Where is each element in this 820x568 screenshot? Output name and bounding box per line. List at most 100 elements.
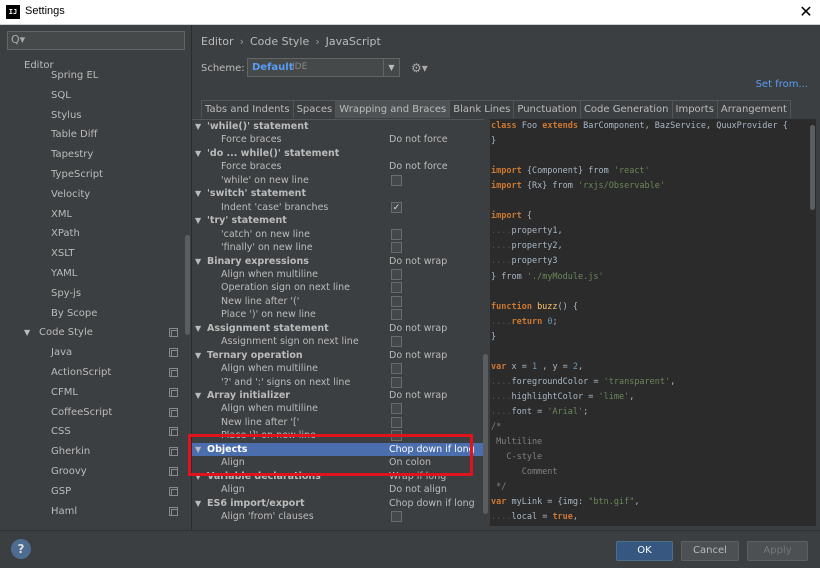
option-value[interactable]: Do not force [389, 160, 448, 173]
option-checkbox[interactable] [391, 376, 402, 388]
tree-scrollbar[interactable] [185, 235, 190, 335]
expand-arrow-icon[interactable]: ▼ [24, 323, 30, 343]
options-scrollbar[interactable] [483, 354, 488, 514]
option-row[interactable]: Align On colon [192, 456, 484, 470]
option-checkbox[interactable] [391, 309, 402, 321]
tree-item[interactable]: TypeScript [0, 165, 185, 185]
option-group[interactable]: ▼ 'do ... while()' statement [192, 147, 484, 161]
option-value[interactable]: Chop down if long [389, 497, 475, 510]
tree-item[interactable]: Gherkin [0, 442, 185, 462]
expand-arrow-icon[interactable]: ▼ [195, 187, 201, 200]
tree-item[interactable]: SQL [0, 86, 185, 106]
option-group[interactable]: ▼ Assignment statement Do not wrap [192, 322, 484, 336]
option-checkbox[interactable] [391, 268, 402, 280]
tree-item[interactable]: Spy-js [0, 284, 185, 304]
option-value[interactable]: Do not wrap [389, 255, 447, 268]
expand-arrow-icon[interactable]: ▼ [195, 120, 201, 133]
option-group[interactable]: ▼ 'switch' statement [192, 187, 484, 201]
option-row[interactable]: Place ']' on new line [192, 429, 484, 443]
option-row[interactable]: Align Do not align [192, 483, 484, 497]
option-value[interactable]: On colon [389, 456, 431, 469]
expand-arrow-icon[interactable]: ▼ [195, 497, 201, 510]
preview-scrollbar[interactable] [810, 125, 815, 210]
tree-item[interactable]: GSP [0, 482, 185, 502]
settings-search-input[interactable]: Q▾ [7, 31, 185, 50]
option-row[interactable]: 'finally' on new line [192, 241, 484, 255]
option-row[interactable]: 'catch' on new line [192, 228, 484, 242]
option-value[interactable]: Do not align [389, 483, 447, 496]
option-value[interactable]: Do not wrap [389, 322, 447, 335]
option-group[interactable]: ▼ ES6 import/export Chop down if long [192, 497, 484, 511]
help-icon[interactable]: ? [11, 539, 31, 559]
option-group[interactable]: ▼ Array initializer Do not wrap [192, 389, 484, 403]
option-checkbox[interactable] [391, 242, 402, 254]
tree-item[interactable]: XSLT [0, 244, 185, 264]
tree-item[interactable]: CoffeeScript [0, 403, 185, 423]
option-group[interactable]: ▼ Binary expressions Do not wrap [192, 255, 484, 269]
tab-imports[interactable]: Imports [671, 100, 718, 118]
option-row[interactable]: '?' and ':' signs on next line [192, 376, 484, 390]
tab-code-generation[interactable]: Code Generation [579, 100, 673, 118]
option-checkbox[interactable] [391, 363, 402, 375]
option-row[interactable]: Align when multiline [192, 402, 484, 416]
expand-arrow-icon[interactable]: ▼ [195, 389, 201, 402]
apply-button[interactable]: Apply [747, 541, 808, 561]
tree-item[interactable]: Velocity [0, 185, 185, 205]
option-row[interactable]: New line after '[' [192, 416, 484, 430]
option-row[interactable]: Align 'from' clauses [192, 510, 484, 524]
expand-arrow-icon[interactable]: ▼ [195, 255, 201, 268]
tree-item[interactable]: Spring EL [0, 66, 185, 86]
option-value[interactable]: Wrap if long [389, 470, 446, 483]
option-row[interactable]: Place ')' on new line [192, 308, 484, 322]
tree-item[interactable]: Table Diff [0, 125, 185, 145]
option-value[interactable]: Do not wrap [389, 349, 447, 362]
tree-item[interactable]: XPath [0, 224, 185, 244]
option-checkbox[interactable]: ✓ [391, 201, 402, 213]
option-row[interactable]: Align when multiline [192, 362, 484, 376]
ok-button[interactable]: OK [616, 541, 673, 561]
tab-wrapping-and-braces[interactable]: Wrapping and Braces [335, 100, 451, 118]
option-group[interactable]: ▼ Variable declarations Wrap if long [192, 470, 484, 484]
tree-item[interactable]: XML [0, 205, 185, 225]
tab-tabs-and-indents[interactable]: Tabs and Indents [201, 100, 294, 118]
option-value[interactable]: Do not force [389, 133, 448, 146]
tree-item[interactable]: Groovy [0, 462, 185, 482]
expand-arrow-icon[interactable]: ▼ [195, 147, 201, 160]
tree-item[interactable]: YAML [0, 264, 185, 284]
option-checkbox[interactable] [391, 174, 402, 186]
tree-item[interactable]: Haml [0, 502, 185, 522]
tree-item[interactable]: Java [0, 343, 185, 363]
option-checkbox[interactable] [391, 282, 402, 294]
option-row[interactable]: Force braces Do not force [192, 160, 484, 174]
tree-item[interactable]: Tapestry [0, 145, 185, 165]
option-value[interactable]: Chop down if long [389, 443, 475, 456]
set-from-link[interactable]: Set from... [756, 79, 808, 90]
expand-arrow-icon[interactable]: ▼ [195, 214, 201, 227]
option-group[interactable]: ▼ 'while()' statement [192, 120, 484, 134]
option-checkbox[interactable] [391, 416, 402, 428]
option-group[interactable]: ▼ Objects Chop down if long [192, 442, 484, 457]
option-group[interactable]: ▼ Ternary operation Do not wrap [192, 349, 484, 363]
tab-spaces[interactable]: Spaces [292, 100, 337, 118]
tab-arrangement[interactable]: Arrangement [716, 100, 791, 118]
tree-item[interactable]: Stylus [0, 106, 185, 126]
option-row[interactable]: Indent 'case' branches ✓ [192, 201, 484, 215]
tree-item[interactable]: ActionScript [0, 363, 185, 383]
option-group[interactable]: ▼ 'try' statement [192, 214, 484, 228]
expand-arrow-icon[interactable]: ▼ [195, 443, 201, 456]
tab-blank-lines[interactable]: Blank Lines [449, 100, 515, 118]
expand-arrow-icon[interactable]: ▼ [195, 349, 201, 362]
expand-arrow-icon[interactable]: ▼ [195, 322, 201, 335]
option-value[interactable]: Do not wrap [389, 389, 447, 402]
chevron-down-icon[interactable]: ▼ [383, 59, 399, 76]
option-row[interactable]: Force braces Do not force [192, 133, 484, 147]
tree-item[interactable]: ▼ Code Style [0, 323, 185, 343]
expand-arrow-icon[interactable]: ▼ [195, 470, 201, 483]
option-checkbox[interactable] [391, 228, 402, 240]
option-checkbox[interactable] [391, 511, 402, 523]
option-row[interactable]: Assignment sign on next line [192, 335, 484, 349]
gear-icon[interactable]: ⚙▾ [411, 61, 428, 75]
option-checkbox[interactable] [391, 403, 402, 415]
option-checkbox[interactable] [391, 336, 402, 348]
tree-item[interactable]: CFML [0, 383, 185, 403]
